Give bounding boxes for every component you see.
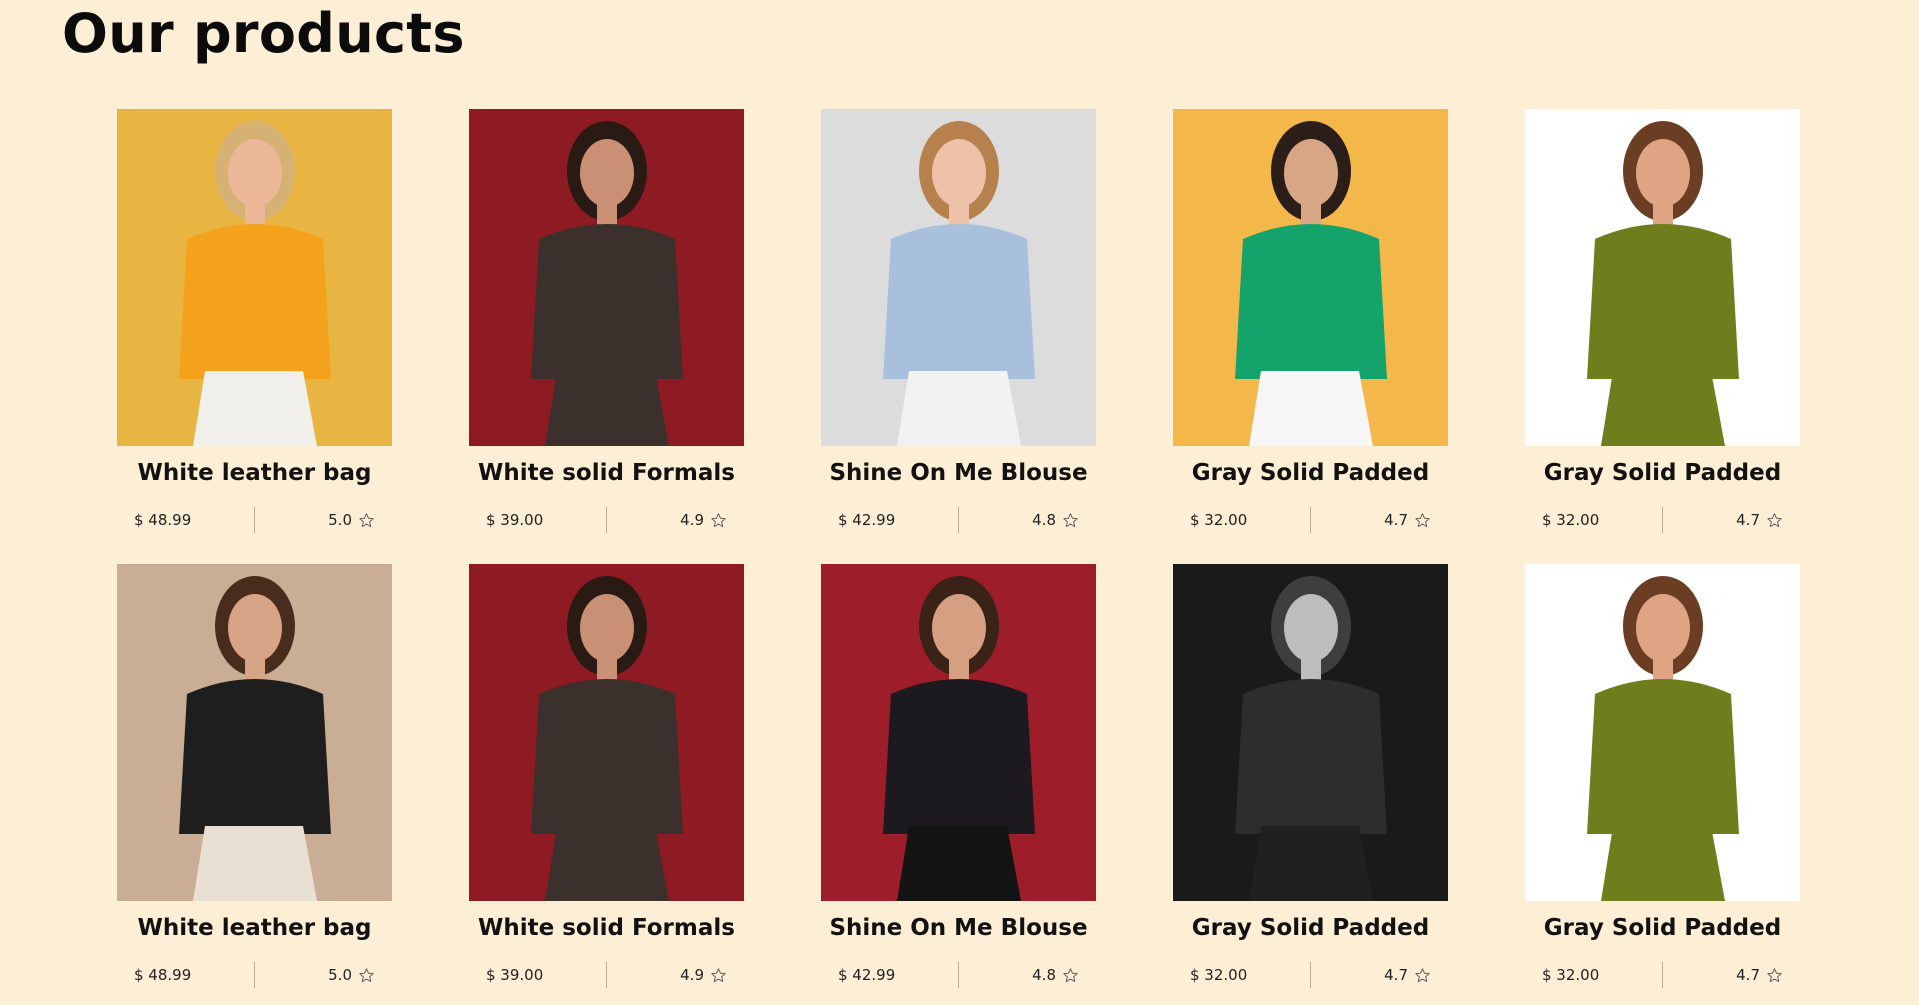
product-card[interactable]: Gray Solid Padded $ 32.00 4.7 [1173,109,1448,564]
product-card[interactable]: Gray Solid Padded $ 32.00 4.7 [1525,109,1800,564]
product-meta: $ 32.00 4.7 [1542,507,1783,533]
star-outline-icon[interactable] [1062,512,1079,529]
product-rating: 4.7 [1311,966,1431,984]
product-image[interactable] [821,564,1096,901]
product-image[interactable] [117,109,392,446]
product-meta: $ 42.99 4.8 [838,962,1079,988]
rating-value: 4.7 [1736,966,1760,984]
product-rating: 5.0 [255,511,375,529]
rating-value: 5.0 [328,511,352,529]
product-price: $ 32.00 [1542,966,1600,984]
product-name[interactable]: Gray Solid Padded [1173,460,1448,486]
product-rating: 4.8 [959,511,1079,529]
product-meta: $ 32.00 4.7 [1190,507,1431,533]
product-card[interactable]: Gray Solid Padded $ 32.00 4.7 [1173,564,1448,1005]
product-meta: $ 48.99 5.0 [134,507,375,533]
product-meta: $ 32.00 4.7 [1190,962,1431,988]
star-outline-icon[interactable] [1414,512,1431,529]
product-rating: 5.0 [255,966,375,984]
product-price: $ 42.99 [838,966,896,984]
product-card[interactable]: Shine On Me Blouse $ 42.99 4.8 [821,109,1096,564]
products-page: Our products White leather bag $ 48.99 5.0… [0,0,1919,1005]
product-rating: 4.8 [959,966,1079,984]
product-meta: $ 48.99 5.0 [134,962,375,988]
product-rating: 4.7 [1663,966,1783,984]
product-price: $ 32.00 [1190,966,1248,984]
product-name[interactable]: White leather bag [117,460,392,486]
rating-value: 4.7 [1736,511,1760,529]
product-card[interactable]: White leather bag $ 48.99 5.0 [117,564,392,1005]
product-rating: 4.7 [1663,511,1783,529]
product-price: $ 39.00 [486,966,544,984]
star-outline-icon[interactable] [1766,967,1783,984]
product-price: $ 42.99 [838,511,896,529]
star-outline-icon[interactable] [1766,512,1783,529]
product-image[interactable] [1525,109,1800,446]
product-rating: 4.7 [1311,511,1431,529]
product-meta: $ 32.00 4.7 [1542,962,1783,988]
product-image[interactable] [821,109,1096,446]
product-price: $ 48.99 [134,966,192,984]
product-price: $ 32.00 [1542,511,1600,529]
star-outline-icon[interactable] [710,967,727,984]
product-name[interactable]: Shine On Me Blouse [821,460,1096,486]
rating-value: 4.8 [1032,966,1056,984]
product-image[interactable] [1173,564,1448,901]
product-card[interactable]: White solid Formals $ 39.00 4.9 [469,564,744,1005]
product-card[interactable]: Shine On Me Blouse $ 42.99 4.8 [821,564,1096,1005]
product-name[interactable]: White solid Formals [469,915,744,941]
rating-value: 4.9 [680,966,704,984]
product-image[interactable] [469,109,744,446]
star-outline-icon[interactable] [710,512,727,529]
rating-value: 4.7 [1384,966,1408,984]
product-price: $ 39.00 [486,511,544,529]
product-rating: 4.9 [607,966,727,984]
product-name[interactable]: Gray Solid Padded [1525,915,1800,941]
page-title: Our products [62,2,465,65]
rating-value: 4.8 [1032,511,1056,529]
rating-value: 4.9 [680,511,704,529]
product-grid: White leather bag $ 48.99 5.0 White solid F… [117,109,1800,1005]
product-image[interactable] [469,564,744,901]
product-meta: $ 39.00 4.9 [486,507,727,533]
product-price: $ 48.99 [134,511,192,529]
product-name[interactable]: White solid Formals [469,460,744,486]
product-image[interactable] [1525,564,1800,901]
product-image[interactable] [1173,109,1448,446]
rating-value: 4.7 [1384,511,1408,529]
product-name[interactable]: Shine On Me Blouse [821,915,1096,941]
rating-value: 5.0 [328,966,352,984]
product-card[interactable]: White solid Formals $ 39.00 4.9 [469,109,744,564]
star-outline-icon[interactable] [1414,967,1431,984]
product-name[interactable]: Gray Solid Padded [1525,460,1800,486]
product-card[interactable]: White leather bag $ 48.99 5.0 [117,109,392,564]
product-price: $ 32.00 [1190,511,1248,529]
star-outline-icon[interactable] [358,512,375,529]
product-image[interactable] [117,564,392,901]
product-rating: 4.9 [607,511,727,529]
product-name[interactable]: White leather bag [117,915,392,941]
product-card[interactable]: Gray Solid Padded $ 32.00 4.7 [1525,564,1800,1005]
product-meta: $ 39.00 4.9 [486,962,727,988]
product-name[interactable]: Gray Solid Padded [1173,915,1448,941]
star-outline-icon[interactable] [1062,967,1079,984]
star-outline-icon[interactable] [358,967,375,984]
product-meta: $ 42.99 4.8 [838,507,1079,533]
